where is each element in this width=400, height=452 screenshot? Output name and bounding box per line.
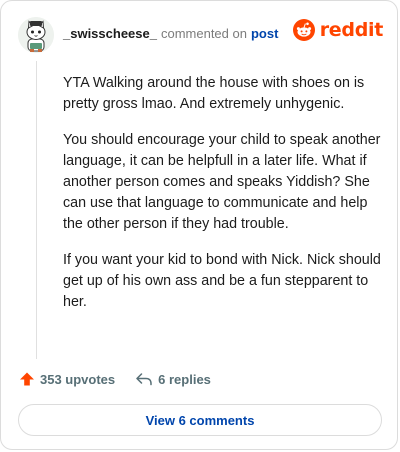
upvote-count: 353 upvotes [40, 371, 116, 387]
thread-line [36, 61, 37, 359]
reply-arrow-icon [136, 373, 152, 386]
cat-snoo-avatar-icon [18, 17, 54, 53]
reddit-wordmark: reddit [319, 19, 384, 41]
post-link[interactable]: post [251, 26, 278, 41]
comment-header: _swisscheese_ commented on post [63, 26, 278, 42]
reddit-logo[interactable]: reddit [292, 19, 384, 41]
comment-paragraph: YTA Walking around the house with shoes … [63, 75, 365, 112]
comment-embed-card: _swisscheese_ commented on post reddit YTA… [0, 0, 398, 450]
commented-on-text: commented on [160, 26, 247, 41]
upvote-arrow-icon [20, 372, 34, 386]
comment-paragraph: You should encourage your child to speak… [63, 132, 381, 232]
avatar[interactable] [18, 17, 54, 53]
username-link[interactable]: _swisscheese_ [63, 26, 157, 41]
upvote-button[interactable]: 353 upvotes [19, 371, 115, 387]
reddit-snoo-icon [292, 19, 315, 41]
comment-actions: 353 upvotes 6 replies [19, 371, 211, 387]
replies-button[interactable]: 6 replies [135, 371, 211, 387]
comment-body: YTA Walking around the house with shoes … [63, 73, 389, 328]
view-comments-button[interactable]: View 6 comments [18, 404, 382, 436]
comment-paragraph: If you want your kid to bond with Nick. … [63, 252, 381, 310]
reply-count: 6 replies [158, 371, 211, 387]
